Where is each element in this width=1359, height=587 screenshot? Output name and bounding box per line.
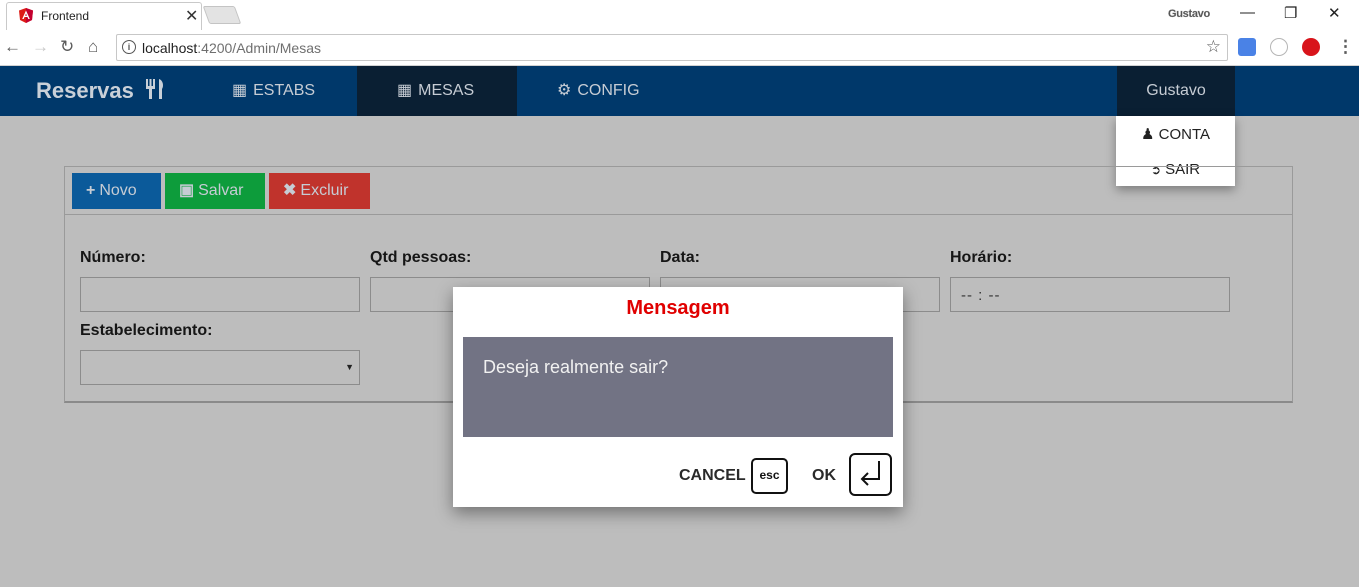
delete-button[interactable]: ✖ Excluir (269, 173, 370, 209)
grid-icon: ▦ (397, 82, 413, 99)
adblock-extension-icon[interactable] (1302, 38, 1320, 56)
user-icon: ♟ (1140, 126, 1155, 143)
data-label: Data: (660, 249, 701, 266)
estabelecimento-select[interactable]: ▼ (80, 350, 360, 385)
save-button[interactable]: ▣ Salvar (165, 173, 265, 209)
numero-label: Número: (80, 249, 146, 266)
browser-menu-icon[interactable]: ⋮ (1337, 37, 1354, 57)
ok-button[interactable]: OK (812, 467, 836, 485)
dropdown-item-conta[interactable]: ♟ CONTA (1116, 125, 1235, 143)
reload-icon[interactable]: ↻ (60, 37, 74, 57)
restore-icon[interactable]: ❐ (1284, 4, 1297, 22)
angular-icon (19, 8, 33, 23)
gear-icon: ⚙ (557, 82, 572, 99)
building-icon: ▦ (232, 82, 248, 99)
numero-input[interactable] (80, 277, 360, 312)
new-button[interactable]: + Novo (72, 173, 161, 209)
info-icon[interactable]: i (122, 40, 136, 54)
estabelecimento-label: Estabelecimento: (80, 322, 213, 339)
horario-value: -- : -- (961, 287, 1001, 304)
plus-icon: + (86, 182, 96, 199)
new-tab-button[interactable] (202, 6, 242, 24)
nav-item-config[interactable]: ⚙ CONFIG (557, 66, 640, 116)
forward-icon[interactable]: → (32, 37, 49, 57)
confirm-dialog: Mensagem Deseja realmente sair? CANCEL e… (453, 287, 903, 507)
home-icon[interactable]: ⌂ (88, 37, 98, 57)
bookmark-star-icon[interactable]: ☆ (1206, 37, 1221, 57)
dialog-body: Deseja realmente sair? (463, 337, 893, 437)
brand-logo[interactable]: Reservas (36, 78, 166, 104)
browser-tabbar: Frontend ✕ Gustavo — ❐ ✕ (0, 0, 1359, 30)
tab-title: Frontend (41, 9, 90, 23)
esc-key-icon[interactable]: esc (751, 458, 788, 494)
qtd-pessoas-label: Qtd pessoas: (370, 249, 472, 266)
horario-label: Horário: (950, 249, 1013, 266)
close-window-icon[interactable]: ✕ (1328, 4, 1341, 22)
app-navbar: Reservas ▦ ESTABS ▦ MESAS ⚙ CONFIG Gustavo (0, 66, 1359, 116)
dropdown-arrow-icon: ▼ (345, 362, 354, 372)
browser-toolbar: ← → ↻ ⌂ i localhost:4200/Admin/Mesas ☆ ⋮ (0, 30, 1359, 66)
minimize-icon[interactable]: — (1240, 4, 1255, 21)
cancel-button[interactable]: CANCEL (679, 467, 746, 485)
nav-item-estabs[interactable]: ▦ ESTABS (232, 66, 315, 116)
address-bar[interactable]: i localhost:4200/Admin/Mesas ☆ (116, 34, 1228, 61)
browser-tab[interactable]: Frontend ✕ (6, 2, 202, 30)
tab-close-icon[interactable]: ✕ (185, 6, 198, 26)
utensils-icon (146, 79, 163, 99)
dialog-title: Mensagem (626, 297, 730, 319)
nav-item-mesas[interactable]: ▦ MESAS (357, 66, 517, 116)
dialog-message: Deseja realmente sair? (483, 357, 669, 377)
translate-extension-icon[interactable] (1238, 38, 1256, 56)
back-icon[interactable]: ← (4, 37, 21, 57)
form-toolbar: + Novo ▣ Salvar ✖ Excluir (65, 167, 1292, 215)
browser-profile-name[interactable]: Gustavo (1168, 8, 1210, 20)
extension-icon[interactable] (1270, 38, 1288, 56)
horario-input[interactable]: -- : -- (950, 277, 1230, 312)
url-text: localhost:4200/Admin/Mesas (142, 40, 321, 56)
user-menu-toggle[interactable]: Gustavo (1117, 66, 1235, 116)
enter-key-icon[interactable] (849, 453, 892, 496)
x-icon: ✖ (283, 182, 297, 199)
floppy-disk-icon: ▣ (179, 182, 195, 199)
